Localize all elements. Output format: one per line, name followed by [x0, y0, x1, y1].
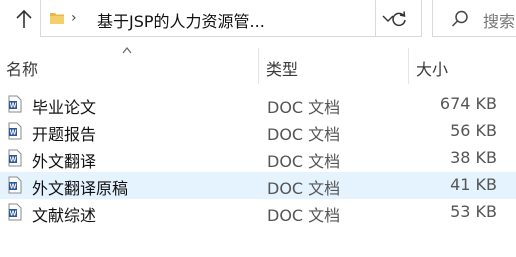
file-name: 毕业论文 — [32, 98, 97, 117]
word-doc-icon: W — [8, 95, 22, 113]
word-doc-icon: W — [8, 122, 22, 140]
folder-icon — [50, 13, 64, 24]
column-divider[interactable] — [258, 48, 259, 84]
column-header: 名称 类型 大小 — [0, 46, 516, 86]
word-doc-icon: W — [8, 149, 22, 167]
column-name[interactable]: 名称 — [6, 56, 38, 80]
file-size: 56 KB — [450, 121, 497, 140]
refresh-button[interactable] — [376, 0, 422, 37]
svg-text:W: W — [10, 211, 17, 218]
svg-text:W: W — [10, 103, 17, 110]
address-path: 基于JSP的人力资源管... — [97, 12, 265, 31]
breadcrumb-separator: › — [71, 10, 77, 26]
file-name: 文献综述 — [32, 206, 97, 225]
column-size[interactable]: 大小 — [416, 56, 448, 80]
file-row[interactable]: W 开题报告 DOC 文档 56 KB — [0, 118, 516, 145]
arrow-up-icon — [16, 9, 32, 28]
file-type: DOC 文档 — [267, 98, 341, 117]
svg-text:W: W — [10, 130, 17, 137]
search-icon — [451, 10, 468, 27]
word-doc-icon: W — [8, 176, 22, 194]
up-button[interactable] — [14, 8, 34, 30]
file-size: 41 KB — [450, 175, 497, 194]
file-type: DOC 文档 — [267, 206, 341, 225]
file-type: DOC 文档 — [267, 152, 341, 171]
column-type[interactable]: 类型 — [266, 56, 298, 80]
file-row[interactable]: W 外文翻译 DOC 文档 38 KB — [0, 145, 516, 172]
refresh-icon — [392, 11, 406, 27]
file-size: 674 KB — [439, 94, 497, 113]
svg-text:W: W — [10, 157, 17, 164]
search-placeholder: 搜索 — [483, 12, 516, 31]
file-row[interactable]: W 毕业论文 DOC 文档 674 KB — [0, 91, 516, 118]
svg-text:W: W — [10, 184, 17, 191]
column-divider[interactable] — [408, 48, 409, 84]
file-name: 外文翻译 — [32, 152, 97, 171]
file-name: 外文翻译原稿 — [32, 179, 129, 198]
address-bar[interactable]: › 基于JSP的人力资源管... — [40, 0, 394, 37]
navigation-bar: › 基于JSP的人力资源管... 搜索 — [0, 0, 516, 38]
file-size: 38 KB — [450, 148, 497, 167]
file-row-selected[interactable]: W 外文翻译原稿 DOC 文档 41 KB — [0, 172, 516, 199]
search-input[interactable]: 搜索 — [432, 0, 516, 37]
file-type: DOC 文档 — [267, 179, 341, 198]
file-name: 开题报告 — [32, 125, 97, 144]
word-doc-icon: W — [8, 203, 22, 221]
sort-ascending-icon — [122, 47, 132, 54]
file-row[interactable]: W 文献综述 DOC 文档 53 KB — [0, 199, 516, 226]
file-size: 53 KB — [450, 202, 497, 221]
file-type: DOC 文档 — [267, 125, 341, 144]
